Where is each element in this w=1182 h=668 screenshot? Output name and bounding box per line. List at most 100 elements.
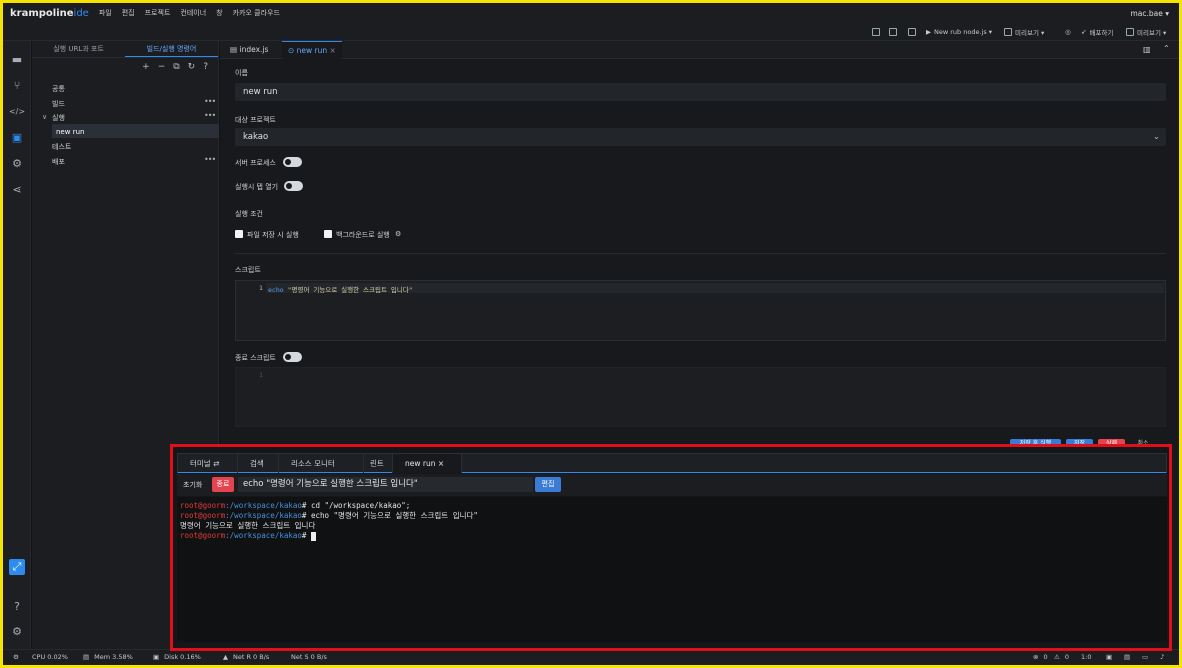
refresh-icon[interactable]: ↻ <box>188 62 196 72</box>
cursor-position: 1:0 <box>1081 653 1092 661</box>
close-icon[interactable]: × <box>327 46 336 55</box>
open-tab-toggle[interactable] <box>284 181 303 191</box>
run-background-checkbox[interactable] <box>324 230 332 238</box>
edit-button[interactable]: 편집 <box>535 477 561 492</box>
refresh-icon[interactable]: ⇄ <box>211 459 219 468</box>
tree-item-new-run[interactable]: new run <box>56 128 84 136</box>
build-icon[interactable] <box>908 26 916 38</box>
tree-item-build[interactable]: 빌드 <box>52 99 65 109</box>
gear-icon[interactable]: ⚙ <box>395 230 401 238</box>
menu-project[interactable]: 프로젝트 <box>145 8 171 18</box>
divider <box>235 253 1166 254</box>
error-count[interactable]: ⊗ 0 <box>1033 653 1048 661</box>
editor-tabs: ▤ index.js ⊙ new run × ▥ ⌃ <box>220 41 1179 59</box>
project-select[interactable]: kakao ⌄ <box>235 128 1166 146</box>
save-icon[interactable] <box>872 26 880 38</box>
tab-lint[interactable]: 린트 <box>364 454 393 473</box>
gear-icon: ⚙ <box>13 653 19 661</box>
project-icon[interactable]: ▬ <box>9 51 25 67</box>
line-number: 1 <box>259 371 263 379</box>
chevron-up-icon[interactable]: ⌃ <box>1163 44 1170 53</box>
git-branch-icon[interactable]: ⑂ <box>9 77 25 93</box>
tree-item-deploy[interactable]: 배포 <box>52 157 65 167</box>
net-send-status: Net S 0 B/s <box>291 653 327 661</box>
code-icon[interactable]: </> <box>9 103 25 119</box>
tab-new-run[interactable]: new run × <box>393 454 462 473</box>
tree-item-test[interactable]: 테스트 <box>52 142 71 152</box>
status-bar: ⚙ CPU 0.02% ▤ Mem 3.58% ▣ Disk 0.16% ▲ Net … <box>3 649 1179 665</box>
more-icon[interactable]: ••• <box>204 111 216 120</box>
copy-icon[interactable]: ⧉ <box>173 62 179 72</box>
run-button[interactable]: ▶ New rub node.js ▾ <box>926 26 992 38</box>
expand-icon[interactable]: ⤢ <box>9 559 25 575</box>
window-icon[interactable]: ▭ <box>1142 653 1148 661</box>
chevron-down-icon[interactable]: ∨ <box>42 113 47 121</box>
terminal-line: 명령어 기능으로 실행한 스크립트 입니다 <box>180 521 316 530</box>
chat-icon[interactable]: ▤ <box>1124 653 1130 661</box>
more-icon[interactable]: ••• <box>204 97 216 106</box>
layout-icon[interactable]: ▣ <box>1106 653 1112 661</box>
terminal-tabs: 터미널 ⇄ 검색 리소스 모니터 린트 new run × <box>177 453 1167 473</box>
settings-gear-icon[interactable]: ⚙ <box>9 623 25 639</box>
save-all-icon[interactable] <box>889 26 897 38</box>
end-script-toggle[interactable] <box>283 352 302 362</box>
script-editor[interactable]: 1 echo "명령어 기능으로 실행한 스크립트 입니다" <box>235 280 1166 341</box>
play-icon: ▶ <box>926 28 931 36</box>
run-background-label: 백그라운드로 실행 <box>336 231 390 239</box>
tree-item-common[interactable]: 공통 <box>52 84 65 94</box>
help-icon[interactable]: ? <box>203 62 208 72</box>
run-config-icon[interactable]: ▣ <box>9 129 25 145</box>
terminal-line: root@goorm:/workspace/kakao# <box>180 531 1164 541</box>
more-icon[interactable]: ••• <box>204 155 216 164</box>
help-icon[interactable]: ? <box>9 598 25 614</box>
tab-index-js[interactable]: ▤ index.js <box>224 41 274 59</box>
tree-item-run[interactable]: 실행 <box>52 113 65 123</box>
mem-status: ▤ Mem 3.58% <box>83 653 133 661</box>
preview-button[interactable]: 미리보기 ▾ <box>1004 26 1044 38</box>
menu-window[interactable]: 창 <box>216 8 222 18</box>
menu-container[interactable]: 컨테이너 <box>180 8 206 18</box>
menu-kakao-cloud[interactable]: 카카오 클라우드 <box>233 8 280 18</box>
command-input[interactable]: echo "명령어 기능으로 실행한 스크립트 입니다" <box>238 477 533 492</box>
app-logo[interactable]: krampolineide <box>10 8 89 19</box>
preview-button-2[interactable]: 미리보기 ▾ <box>1126 26 1166 38</box>
stop-button[interactable]: 종료 <box>212 477 234 492</box>
tab-terminal[interactable]: 터미널 ⇄ <box>178 454 238 473</box>
share-icon[interactable]: ⋖ <box>9 181 25 197</box>
tab-search[interactable]: 검색 <box>238 454 279 473</box>
split-icon[interactable]: ▥ <box>1143 45 1151 54</box>
close-icon[interactable]: × <box>435 459 444 468</box>
globe-icon[interactable]: ◎ <box>1065 26 1071 38</box>
remove-icon[interactable]: − <box>158 62 166 72</box>
add-icon[interactable]: + <box>142 62 150 72</box>
user-menu[interactable]: mac.bae ▾ <box>1130 9 1169 18</box>
script-label: 스크립트 <box>235 266 261 274</box>
chevron-down-icon: ⌄ <box>1152 132 1160 142</box>
tab-resource-monitor[interactable]: 리소스 모니터 <box>279 454 364 473</box>
activity-bar: ▬ ⑂ </> ▣ ⚙ ⋖ ⤢ ? ⚙ <box>3 41 31 649</box>
run-conditions-label: 실행 조건 <box>235 210 263 218</box>
reset-button[interactable]: 초기화 <box>183 480 202 490</box>
warning-count[interactable]: ⚠ 0 <box>1054 653 1069 661</box>
run-config-icon: ⊙ <box>288 46 297 55</box>
network-icon: ▲ <box>223 653 228 661</box>
end-script-editor[interactable]: 1 <box>235 367 1166 427</box>
line-number: 1 <box>259 284 263 292</box>
port-icon[interactable]: ⚙ <box>9 155 25 171</box>
tab-url-port[interactable]: 실행 URL과 포트 <box>32 41 125 57</box>
menu-file[interactable]: 파일 <box>99 8 112 18</box>
terminal-output[interactable]: root@goorm:/workspace/kakao# cd "/worksp… <box>177 497 1167 642</box>
deploy-button[interactable]: ➶ 배포하기 <box>1081 26 1113 38</box>
server-process-toggle[interactable] <box>283 157 302 167</box>
tab-build-run-commands[interactable]: 빌드/실행 명령어 <box>125 41 218 57</box>
disk-icon: ▣ <box>153 653 160 661</box>
status-settings[interactable]: ⚙ <box>13 653 19 661</box>
project-label: 대상 프로젝트 <box>235 116 276 124</box>
name-input[interactable]: new run <box>235 83 1166 101</box>
notification-icon[interactable]: ♪ <box>1160 653 1164 661</box>
run-on-save-checkbox[interactable] <box>235 230 243 238</box>
tab-new-run[interactable]: ⊙ new run × <box>282 41 342 59</box>
cursor <box>310 531 316 541</box>
menu-edit[interactable]: 편집 <box>122 8 135 18</box>
run-command-bar: 초기화 종료 echo "명령어 기능으로 실행한 스크립트 입니다" 편집 <box>177 474 1167 496</box>
